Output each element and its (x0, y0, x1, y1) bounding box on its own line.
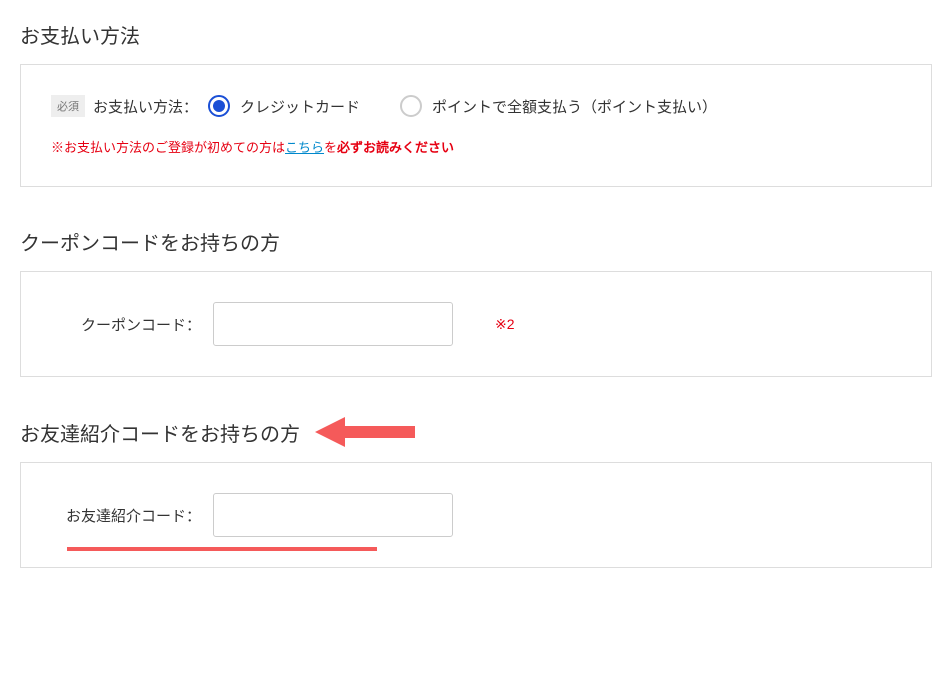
notice-link[interactable]: こちら (285, 140, 324, 155)
referral-input-row: お友達紹介コード： (51, 493, 901, 537)
payment-notice: ※お支払い方法のご登録が初めての方はこちらを必ずお読みください (51, 137, 901, 156)
payment-radio-group: クレジットカード ポイントで全額支払う（ポイント支払い） (208, 95, 717, 117)
payment-method-row: 必須 お支払い方法： クレジットカード ポイントで全額支払う（ポイント支払い） (51, 95, 901, 117)
coupon-input[interactable] (213, 302, 453, 346)
referral-input[interactable] (213, 493, 453, 537)
radio-dot-icon (213, 100, 225, 112)
referral-title: お友達紹介コードをお持ちの方 (20, 418, 300, 447)
coupon-input-row: クーポンコード： ※2 (51, 302, 901, 346)
coupon-title: クーポンコードをお持ちの方 (20, 227, 932, 256)
coupon-box: クーポンコード： ※2 (20, 271, 932, 377)
notice-suffix-1: を (324, 140, 337, 155)
radio-icon-unselected (400, 95, 422, 117)
notice-prefix: ※お支払い方法のご登録が初めての方は (51, 140, 285, 155)
notice-suffix-2: 必ずお読みください (337, 140, 454, 155)
payment-method-title: お支払い方法 (20, 20, 932, 49)
arrow-left-icon (315, 417, 415, 447)
required-badge: 必須 (51, 95, 85, 117)
radio-points-label: ポイントで全額支払う（ポイント支払い） (432, 96, 717, 117)
payment-method-box: 必須 お支払い方法： クレジットカード ポイントで全額支払う（ポイント支払い） … (20, 64, 932, 187)
referral-label: お友達紹介コード： (51, 505, 201, 526)
coupon-label: クーポンコード： (51, 314, 201, 335)
radio-icon-selected (208, 95, 230, 117)
referral-title-row: お友達紹介コードをお持ちの方 (20, 417, 932, 447)
radio-points[interactable]: ポイントで全額支払う（ポイント支払い） (400, 95, 717, 117)
red-underline-annotation (67, 547, 377, 551)
radio-credit-card[interactable]: クレジットカード (208, 95, 360, 117)
payment-method-label: お支払い方法： (93, 96, 198, 117)
radio-credit-label: クレジットカード (240, 96, 360, 117)
coupon-note: ※2 (495, 316, 515, 333)
referral-box: お友達紹介コード： (20, 462, 932, 568)
